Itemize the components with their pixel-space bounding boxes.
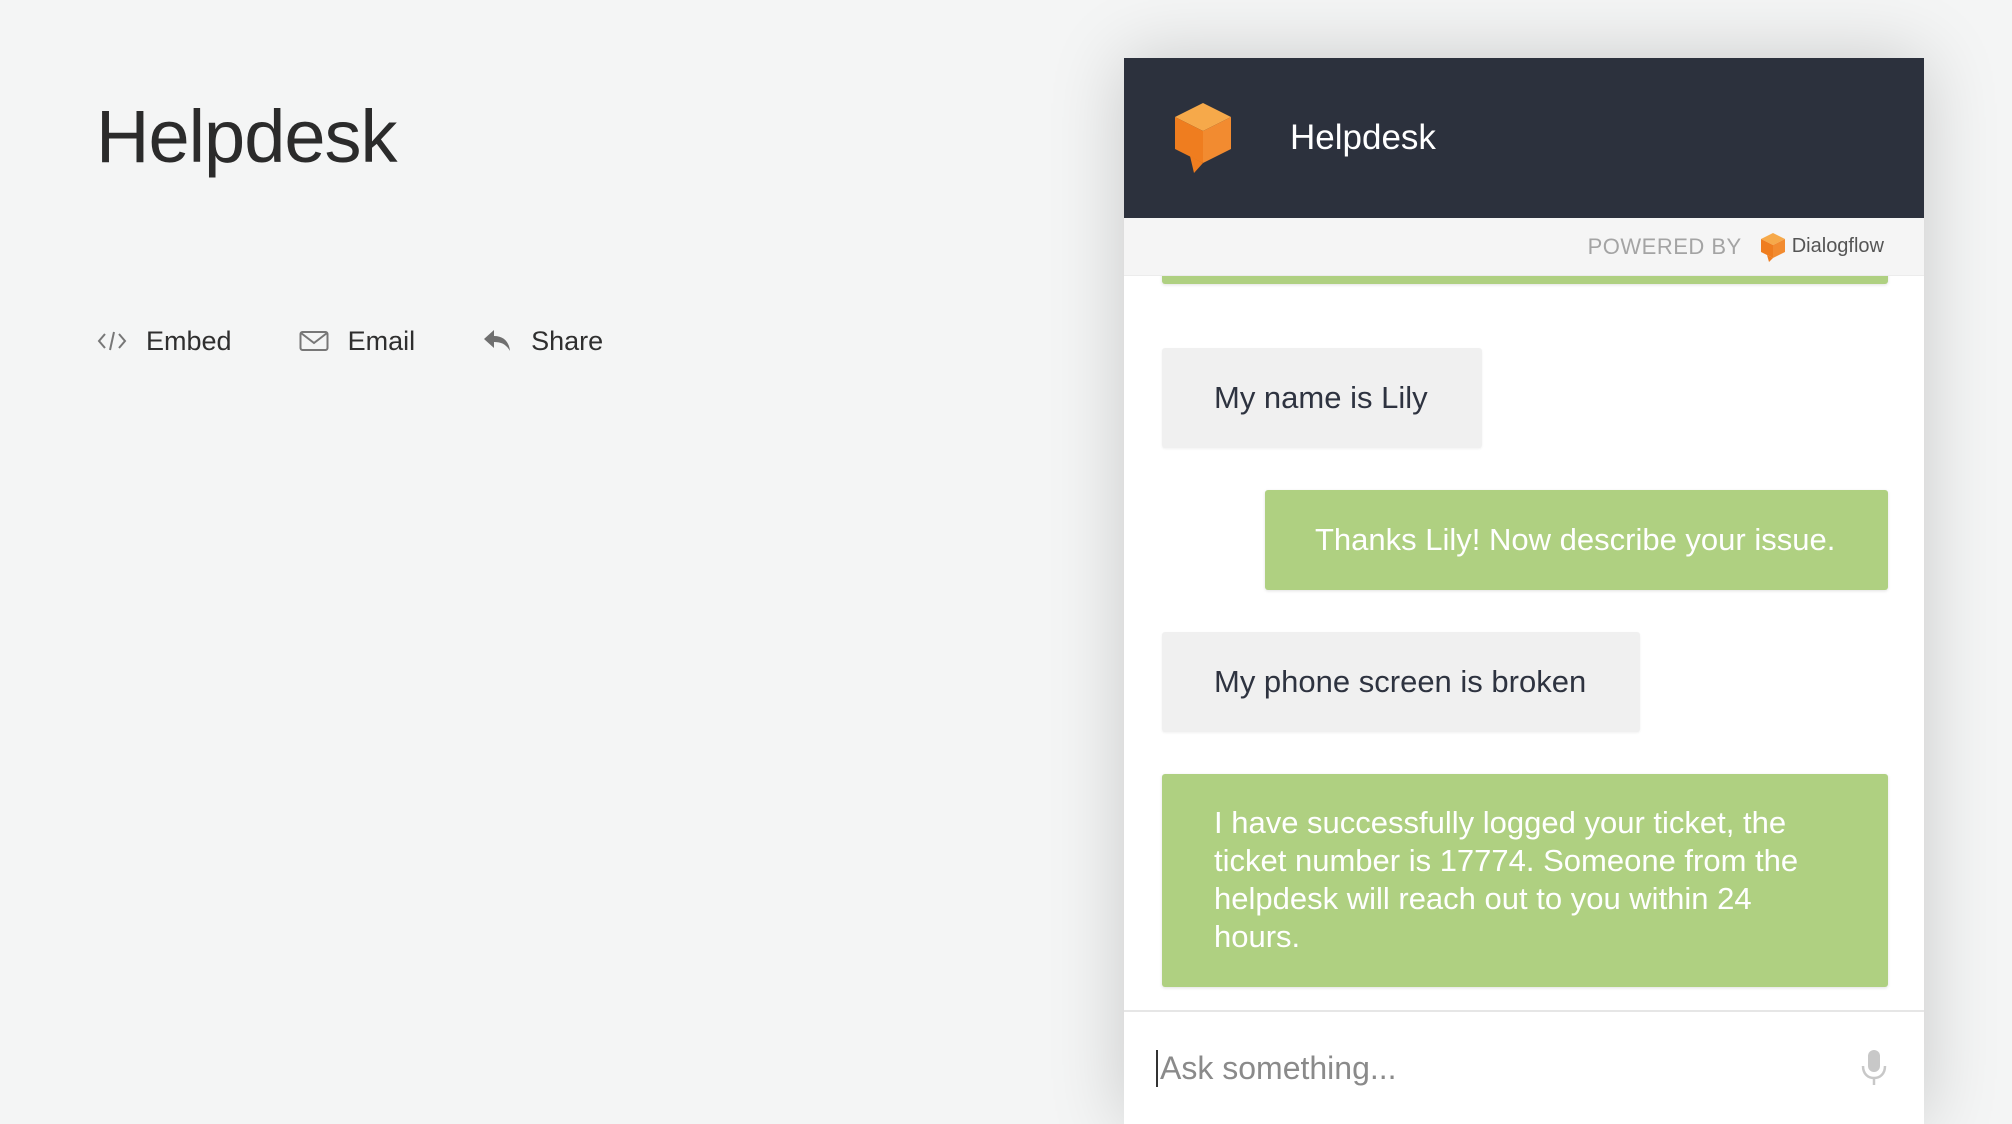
user-message: My name is Lily <box>1162 348 1482 448</box>
chat-input-bar <box>1124 1010 1924 1124</box>
share-button[interactable]: Share <box>481 325 603 357</box>
dialogflow-logo-icon <box>1175 103 1231 173</box>
message-list[interactable]: My name is Lily Thanks Lily! Now describ… <box>1124 276 1924 1010</box>
share-actions: Embed Email Share <box>96 325 669 357</box>
microphone-icon[interactable] <box>1860 1048 1888 1088</box>
user-message: My phone screen is broken <box>1162 632 1640 732</box>
bot-message-partial <box>1162 276 1888 284</box>
ask-input[interactable] <box>1156 1049 1860 1087</box>
embed-button[interactable]: Embed <box>96 325 232 357</box>
mail-icon <box>298 325 330 357</box>
dialogflow-brand: Dialogflow <box>1791 235 1884 257</box>
chat-title: Helpdesk <box>1290 118 1436 157</box>
dialogflow-mark-icon <box>1760 232 1785 262</box>
email-label: Email <box>347 325 416 356</box>
email-button[interactable]: Email <box>298 325 416 357</box>
bot-message: I have successfully logged your ticket, … <box>1162 774 1888 987</box>
page: Helpdesk Embed Email Share Helpdesk POWE… <box>0 0 2012 1124</box>
reply-icon <box>481 325 513 357</box>
page-title: Helpdesk <box>96 95 398 178</box>
embed-label: Embed <box>146 325 232 356</box>
powered-by-label: POWERED BY <box>1587 233 1742 259</box>
powered-by-bar: POWERED BY Dialogflow <box>1124 218 1924 276</box>
chat-header: Helpdesk <box>1124 58 1924 218</box>
code-icon <box>96 325 128 357</box>
chat-widget: Helpdesk POWERED BY Dialogflow My name i… <box>1124 58 1924 1124</box>
bot-message: Thanks Lily! Now describe your issue. <box>1265 490 1888 590</box>
share-label: Share <box>531 325 604 356</box>
